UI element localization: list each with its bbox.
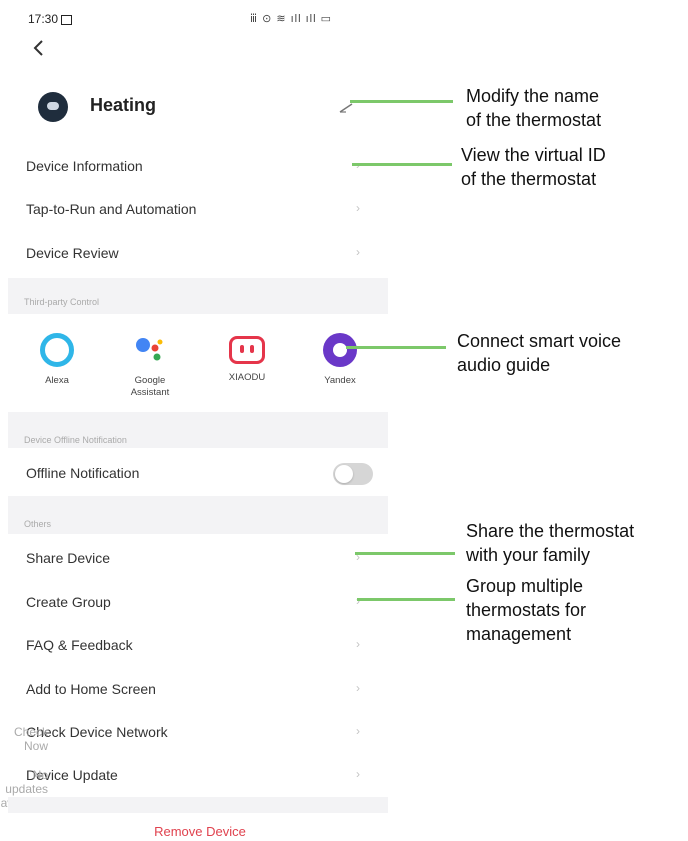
yandex-icon — [323, 333, 357, 367]
menu-row-device-information[interactable]: Device Information › — [0, 144, 388, 187]
menu-row-device-review[interactable]: Device Review › — [0, 231, 388, 274]
callout-line-modify-name — [350, 100, 453, 103]
row-label: Add to Home Screen — [26, 681, 156, 697]
menu-row-device-update[interactable]: Device Update No updates available › — [0, 753, 388, 810]
section-band-third-party — [8, 278, 388, 314]
section-title-others: Others — [24, 519, 52, 529]
menu-row-check-network[interactable]: Check Device Network Check Now › — [0, 710, 388, 753]
menu-row-faq[interactable]: FAQ & Feedback › — [0, 623, 388, 666]
section-title-offline: Device Offline Notification — [24, 435, 127, 445]
offline-notification-toggle[interactable] — [333, 463, 373, 485]
thermostat-device-icon — [38, 92, 68, 122]
row-label: Device Information — [26, 158, 143, 174]
menu-row-share-device[interactable]: Share Device › — [0, 536, 388, 579]
vendor-yandex[interactable]: Yandex — [305, 333, 375, 387]
vendor-name: Google Assistant — [130, 375, 170, 398]
callout-group: Group multiple thermostats for managemen… — [466, 576, 587, 644]
chevron-right-icon: › — [356, 637, 360, 651]
menu-row-add-home-screen[interactable]: Add to Home Screen › — [0, 667, 388, 710]
menu-row-tap-to-run[interactable]: Tap-to-Run and Automation › — [0, 187, 388, 230]
check-network-value: Check Now — [13, 725, 48, 753]
xiaodu-icon — [229, 336, 265, 364]
section-band-others — [8, 496, 388, 534]
remove-device-button[interactable]: Remove Device — [0, 824, 400, 839]
vendor-alexa[interactable]: Alexa — [22, 333, 92, 387]
row-label: Tap-to-Run and Automation — [26, 201, 197, 217]
chevron-right-icon: › — [356, 724, 360, 738]
chevron-right-icon: › — [356, 594, 360, 608]
vendor-google-assistant[interactable]: Google Assistant — [115, 333, 185, 399]
status-time: 17:30 — [28, 12, 73, 26]
alexa-icon — [40, 333, 74, 367]
callout-line-virtual-id — [352, 163, 452, 166]
chevron-right-icon: › — [356, 201, 360, 215]
callout-share: Share the thermostat with your family — [466, 521, 635, 565]
row-label: Offline Notification — [26, 465, 140, 481]
section-title-third-party: Third-party Control — [24, 297, 100, 307]
callout-line-voice — [346, 346, 446, 349]
callout-virtual-id: View the virtual ID of the thermostat — [461, 145, 606, 189]
row-label: Create Group — [26, 594, 111, 610]
callout-voice: Connect smart voice audio guide — [457, 331, 622, 375]
vendor-name: XIAODU — [228, 372, 266, 383]
chevron-right-icon: › — [356, 681, 360, 695]
row-label: FAQ & Feedback — [26, 637, 133, 653]
notification-icon — [61, 14, 73, 25]
callout-line-share — [355, 552, 455, 555]
callout-line-group — [357, 598, 455, 601]
row-label: Device Review — [26, 245, 119, 261]
google-assistant-icon — [133, 333, 167, 367]
status-icons: ⅲ ⊙ ≋ ıll ıll ▭ — [250, 13, 333, 25]
vendor-name: Alexa — [45, 375, 69, 386]
menu-row-create-group[interactable]: Create Group › — [0, 580, 388, 623]
row-label: Share Device — [26, 550, 111, 566]
back-chevron-left-icon[interactable] — [32, 38, 52, 62]
device-name: Heating — [90, 95, 157, 115]
chevron-right-icon: › — [356, 245, 360, 259]
vendor-name: Yandex — [324, 375, 356, 386]
menu-row-offline-notification: Offline Notification — [0, 451, 388, 494]
callout-modify-name: Modify the name of the thermostat — [466, 86, 602, 130]
chevron-right-icon: › — [356, 767, 360, 781]
vendor-xiaodu[interactable]: XIAODU — [212, 333, 282, 384]
toggle-knob — [335, 465, 353, 483]
section-band-bottom — [8, 797, 388, 813]
